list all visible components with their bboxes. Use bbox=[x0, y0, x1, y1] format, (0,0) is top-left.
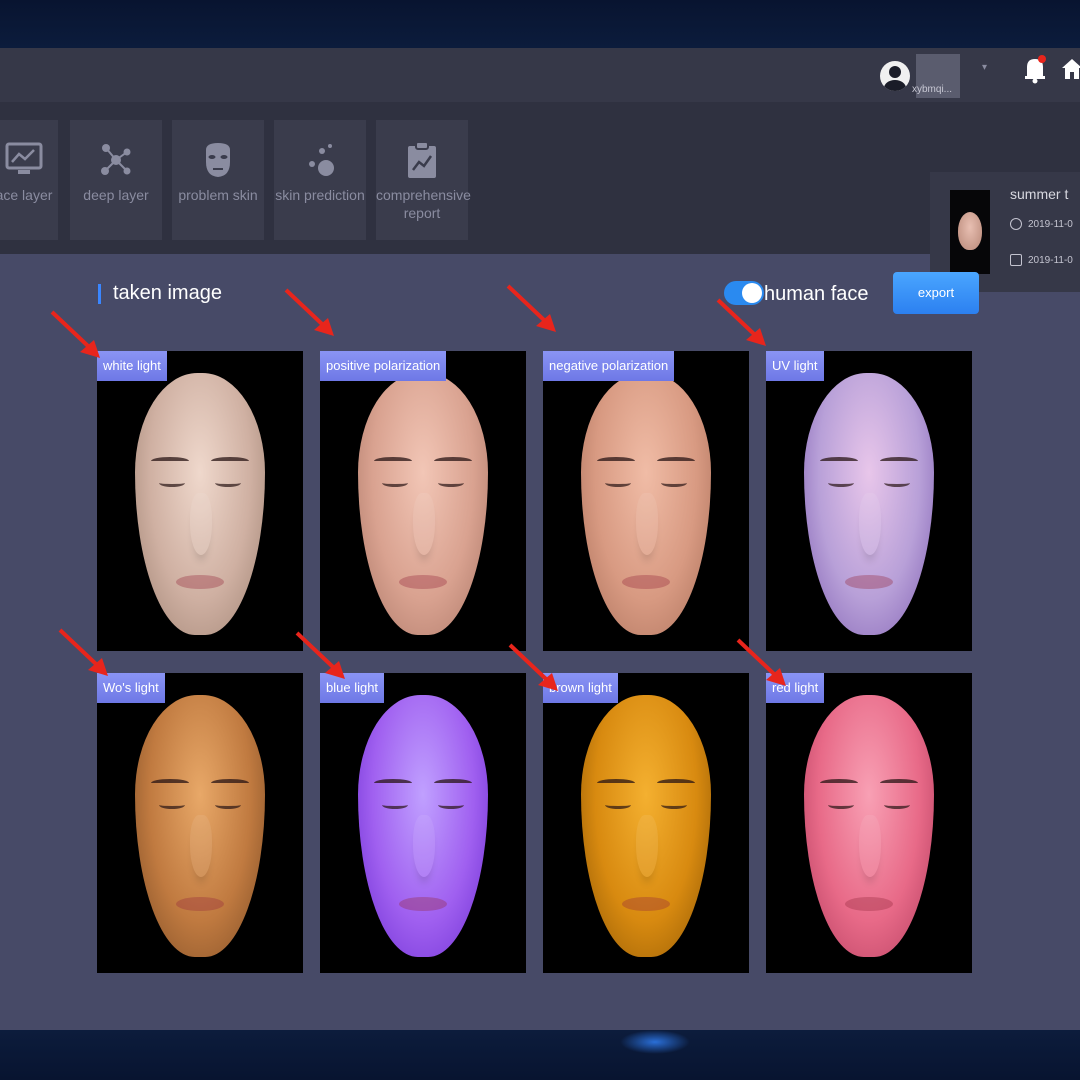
molecule-icon bbox=[101, 144, 131, 175]
red-arrow-icon bbox=[506, 284, 556, 332]
face-image bbox=[135, 373, 265, 635]
image-label: negative polarization bbox=[543, 351, 675, 381]
red-arrow-icon bbox=[716, 298, 766, 346]
human-face-toggle[interactable] bbox=[724, 281, 764, 305]
image-label: UV light bbox=[766, 351, 824, 381]
face-image bbox=[804, 373, 934, 635]
section-title-text: taken image bbox=[113, 282, 222, 304]
monitor-power-light bbox=[620, 1030, 690, 1054]
bubbles-icon bbox=[309, 144, 334, 176]
export-button[interactable]: export bbox=[893, 272, 979, 314]
image-label: white light bbox=[97, 351, 167, 381]
username: xybmqi... bbox=[912, 84, 953, 95]
home-icon[interactable] bbox=[1060, 56, 1080, 82]
face-image bbox=[358, 373, 488, 635]
image-tile[interactable]: red light bbox=[766, 673, 972, 973]
tool-label: ace layer bbox=[0, 187, 53, 203]
face-image bbox=[135, 695, 265, 957]
image-label: Wo's light bbox=[97, 673, 165, 703]
patient-date-row: 2019-11-0 bbox=[1010, 218, 1073, 230]
function-toolbar: ace layer deep layer problem skin skin p… bbox=[0, 102, 1080, 292]
face-image bbox=[581, 695, 711, 957]
calendar-icon bbox=[1010, 254, 1022, 266]
patient-photo bbox=[950, 190, 990, 274]
image-label: brown light bbox=[543, 673, 618, 703]
patient-date: 2019-11-0 bbox=[1028, 218, 1073, 230]
chevron-down-icon[interactable]: ▾ bbox=[982, 62, 987, 73]
image-tile[interactable]: brown light bbox=[543, 673, 749, 973]
tool-surface-layer[interactable]: ace layer bbox=[0, 120, 58, 240]
red-arrow-icon bbox=[50, 310, 100, 358]
face-image bbox=[804, 695, 934, 957]
image-tile[interactable]: Wo's light bbox=[97, 673, 303, 973]
image-label: positive polarization bbox=[320, 351, 447, 381]
image-tile[interactable]: UV light bbox=[766, 351, 972, 651]
clipboard-chart-icon bbox=[408, 141, 436, 178]
patient-name: summer t bbox=[1010, 186, 1069, 202]
face-mask-icon bbox=[206, 143, 230, 177]
title-accent-bar bbox=[98, 283, 101, 304]
red-arrow-icon bbox=[284, 288, 334, 336]
app-window: xybmqi... ▾ ace layer deep layer problem… bbox=[0, 48, 1080, 1030]
monitor-bezel-bottom bbox=[0, 1030, 1080, 1080]
image-label: red light bbox=[766, 673, 825, 703]
face-image bbox=[581, 373, 711, 635]
tool-label: comprehensive report bbox=[376, 187, 471, 221]
tool-label: deep layer bbox=[83, 187, 149, 203]
user-avatar-icon[interactable] bbox=[880, 61, 910, 91]
tool-label: skin prediction bbox=[275, 187, 365, 203]
bell-icon[interactable] bbox=[1022, 54, 1048, 84]
section-title: taken image bbox=[98, 282, 222, 305]
tool-label: problem skin bbox=[178, 187, 258, 203]
tool-comprehensive-report[interactable]: comprehensive report bbox=[376, 120, 471, 240]
monitor-bezel-top bbox=[0, 0, 1080, 48]
tool-skin-prediction[interactable]: skin prediction bbox=[274, 120, 366, 240]
clock-icon bbox=[1010, 218, 1022, 230]
patient-date-row: 2019-11-0 bbox=[1010, 254, 1073, 266]
patient-date: 2019-11-0 bbox=[1028, 254, 1073, 266]
toggle-knob bbox=[742, 283, 762, 303]
tool-deep-layer[interactable]: deep layer bbox=[70, 120, 162, 240]
monitor-chart-icon bbox=[5, 142, 43, 174]
tool-problem-skin[interactable]: problem skin bbox=[172, 120, 264, 240]
human-face-toggle-label: human face bbox=[764, 283, 869, 305]
top-bar: xybmqi... ▾ bbox=[0, 48, 1080, 102]
image-tile[interactable]: negative polarization bbox=[543, 351, 749, 651]
image-tile[interactable]: white light bbox=[97, 351, 303, 651]
image-label: blue light bbox=[320, 673, 385, 703]
image-tile[interactable]: positive polarization bbox=[320, 351, 526, 651]
user-menu[interactable]: xybmqi... bbox=[880, 54, 960, 98]
face-image bbox=[358, 695, 488, 957]
image-tile[interactable]: blue light bbox=[320, 673, 526, 973]
